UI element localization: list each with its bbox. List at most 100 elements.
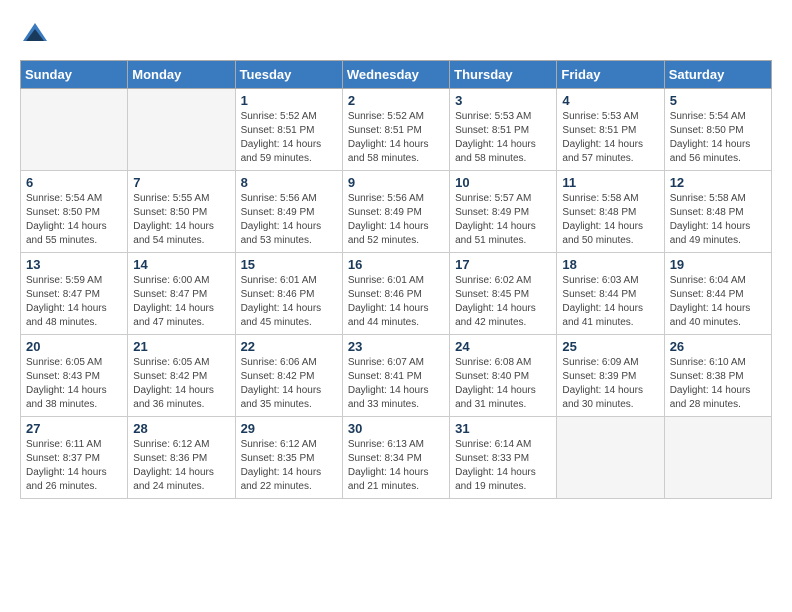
calendar-cell [664,417,771,499]
calendar-body: 1 Sunrise: 5:52 AM Sunset: 8:51 PM Dayli… [21,89,772,499]
calendar-cell: 12 Sunrise: 5:58 AM Sunset: 8:48 PM Dayl… [664,171,771,253]
day-number: 20 [26,339,122,354]
cell-detail: Sunrise: 5:52 AM Sunset: 8:51 PM Dayligh… [348,110,444,166]
cell-detail: Sunrise: 5:56 AM Sunset: 8:49 PM Dayligh… [241,192,337,248]
day-number: 25 [562,339,658,354]
day-number: 27 [26,421,122,436]
cell-detail: Sunrise: 6:13 AM Sunset: 8:34 PM Dayligh… [348,438,444,494]
day-number: 12 [670,175,766,190]
cell-detail: Sunrise: 6:05 AM Sunset: 8:43 PM Dayligh… [26,356,122,412]
cell-detail: Sunrise: 5:55 AM Sunset: 8:50 PM Dayligh… [133,192,229,248]
calendar-cell: 14 Sunrise: 6:00 AM Sunset: 8:47 PM Dayl… [128,253,235,335]
cell-detail: Sunrise: 5:53 AM Sunset: 8:51 PM Dayligh… [562,110,658,166]
cell-detail: Sunrise: 6:12 AM Sunset: 8:35 PM Dayligh… [241,438,337,494]
day-number: 17 [455,257,551,272]
day-number: 10 [455,175,551,190]
day-number: 8 [241,175,337,190]
calendar-week-row: 13 Sunrise: 5:59 AM Sunset: 8:47 PM Dayl… [21,253,772,335]
day-number: 1 [241,93,337,108]
calendar-cell: 13 Sunrise: 5:59 AM Sunset: 8:47 PM Dayl… [21,253,128,335]
cell-detail: Sunrise: 6:10 AM Sunset: 8:38 PM Dayligh… [670,356,766,412]
calendar-cell: 23 Sunrise: 6:07 AM Sunset: 8:41 PM Dayl… [342,335,449,417]
calendar-cell: 5 Sunrise: 5:54 AM Sunset: 8:50 PM Dayli… [664,89,771,171]
logo [20,20,54,50]
calendar-week-row: 27 Sunrise: 6:11 AM Sunset: 8:37 PM Dayl… [21,417,772,499]
day-number: 7 [133,175,229,190]
cell-detail: Sunrise: 5:57 AM Sunset: 8:49 PM Dayligh… [455,192,551,248]
day-number: 4 [562,93,658,108]
calendar-cell: 3 Sunrise: 5:53 AM Sunset: 8:51 PM Dayli… [450,89,557,171]
cell-detail: Sunrise: 5:59 AM Sunset: 8:47 PM Dayligh… [26,274,122,330]
calendar-cell: 26 Sunrise: 6:10 AM Sunset: 8:38 PM Dayl… [664,335,771,417]
cell-detail: Sunrise: 6:05 AM Sunset: 8:42 PM Dayligh… [133,356,229,412]
cell-detail: Sunrise: 6:06 AM Sunset: 8:42 PM Dayligh… [241,356,337,412]
weekday-header: Friday [557,61,664,89]
calendar-cell: 10 Sunrise: 5:57 AM Sunset: 8:49 PM Dayl… [450,171,557,253]
cell-detail: Sunrise: 5:54 AM Sunset: 8:50 PM Dayligh… [26,192,122,248]
day-number: 26 [670,339,766,354]
calendar-cell: 27 Sunrise: 6:11 AM Sunset: 8:37 PM Dayl… [21,417,128,499]
cell-detail: Sunrise: 5:52 AM Sunset: 8:51 PM Dayligh… [241,110,337,166]
weekday-header: Monday [128,61,235,89]
calendar-cell: 9 Sunrise: 5:56 AM Sunset: 8:49 PM Dayli… [342,171,449,253]
calendar-cell: 1 Sunrise: 5:52 AM Sunset: 8:51 PM Dayli… [235,89,342,171]
day-number: 14 [133,257,229,272]
calendar-week-row: 20 Sunrise: 6:05 AM Sunset: 8:43 PM Dayl… [21,335,772,417]
calendar-cell: 28 Sunrise: 6:12 AM Sunset: 8:36 PM Dayl… [128,417,235,499]
cell-detail: Sunrise: 6:01 AM Sunset: 8:46 PM Dayligh… [348,274,444,330]
logo-icon [20,20,50,50]
calendar-cell: 21 Sunrise: 6:05 AM Sunset: 8:42 PM Dayl… [128,335,235,417]
cell-detail: Sunrise: 6:02 AM Sunset: 8:45 PM Dayligh… [455,274,551,330]
calendar-cell [128,89,235,171]
day-number: 18 [562,257,658,272]
weekday-header: Wednesday [342,61,449,89]
calendar-cell: 18 Sunrise: 6:03 AM Sunset: 8:44 PM Dayl… [557,253,664,335]
calendar-cell: 29 Sunrise: 6:12 AM Sunset: 8:35 PM Dayl… [235,417,342,499]
calendar-cell: 4 Sunrise: 5:53 AM Sunset: 8:51 PM Dayli… [557,89,664,171]
cell-detail: Sunrise: 5:56 AM Sunset: 8:49 PM Dayligh… [348,192,444,248]
day-number: 2 [348,93,444,108]
calendar-cell: 31 Sunrise: 6:14 AM Sunset: 8:33 PM Dayl… [450,417,557,499]
cell-detail: Sunrise: 6:12 AM Sunset: 8:36 PM Dayligh… [133,438,229,494]
calendar-cell [557,417,664,499]
calendar-week-row: 6 Sunrise: 5:54 AM Sunset: 8:50 PM Dayli… [21,171,772,253]
cell-detail: Sunrise: 6:11 AM Sunset: 8:37 PM Dayligh… [26,438,122,494]
day-number: 6 [26,175,122,190]
day-number: 29 [241,421,337,436]
weekday-header: Thursday [450,61,557,89]
calendar-cell [21,89,128,171]
cell-detail: Sunrise: 5:58 AM Sunset: 8:48 PM Dayligh… [562,192,658,248]
day-number: 24 [455,339,551,354]
day-number: 3 [455,93,551,108]
weekday-header: Tuesday [235,61,342,89]
weekday-header: Sunday [21,61,128,89]
calendar-cell: 25 Sunrise: 6:09 AM Sunset: 8:39 PM Dayl… [557,335,664,417]
calendar-cell: 8 Sunrise: 5:56 AM Sunset: 8:49 PM Dayli… [235,171,342,253]
calendar-cell: 7 Sunrise: 5:55 AM Sunset: 8:50 PM Dayli… [128,171,235,253]
calendar-cell: 16 Sunrise: 6:01 AM Sunset: 8:46 PM Dayl… [342,253,449,335]
cell-detail: Sunrise: 6:08 AM Sunset: 8:40 PM Dayligh… [455,356,551,412]
cell-detail: Sunrise: 6:03 AM Sunset: 8:44 PM Dayligh… [562,274,658,330]
day-number: 23 [348,339,444,354]
page-header [20,20,772,50]
calendar-cell: 11 Sunrise: 5:58 AM Sunset: 8:48 PM Dayl… [557,171,664,253]
day-number: 13 [26,257,122,272]
calendar-cell: 30 Sunrise: 6:13 AM Sunset: 8:34 PM Dayl… [342,417,449,499]
cell-detail: Sunrise: 5:58 AM Sunset: 8:48 PM Dayligh… [670,192,766,248]
day-number: 30 [348,421,444,436]
cell-detail: Sunrise: 6:09 AM Sunset: 8:39 PM Dayligh… [562,356,658,412]
cell-detail: Sunrise: 6:00 AM Sunset: 8:47 PM Dayligh… [133,274,229,330]
calendar-cell: 20 Sunrise: 6:05 AM Sunset: 8:43 PM Dayl… [21,335,128,417]
cell-detail: Sunrise: 6:14 AM Sunset: 8:33 PM Dayligh… [455,438,551,494]
calendar-cell: 2 Sunrise: 5:52 AM Sunset: 8:51 PM Dayli… [342,89,449,171]
cell-detail: Sunrise: 5:53 AM Sunset: 8:51 PM Dayligh… [455,110,551,166]
day-number: 16 [348,257,444,272]
cell-detail: Sunrise: 5:54 AM Sunset: 8:50 PM Dayligh… [670,110,766,166]
day-number: 9 [348,175,444,190]
weekday-header: Saturday [664,61,771,89]
day-number: 31 [455,421,551,436]
day-number: 5 [670,93,766,108]
day-number: 28 [133,421,229,436]
calendar-table: SundayMondayTuesdayWednesdayThursdayFrid… [20,60,772,499]
cell-detail: Sunrise: 6:01 AM Sunset: 8:46 PM Dayligh… [241,274,337,330]
